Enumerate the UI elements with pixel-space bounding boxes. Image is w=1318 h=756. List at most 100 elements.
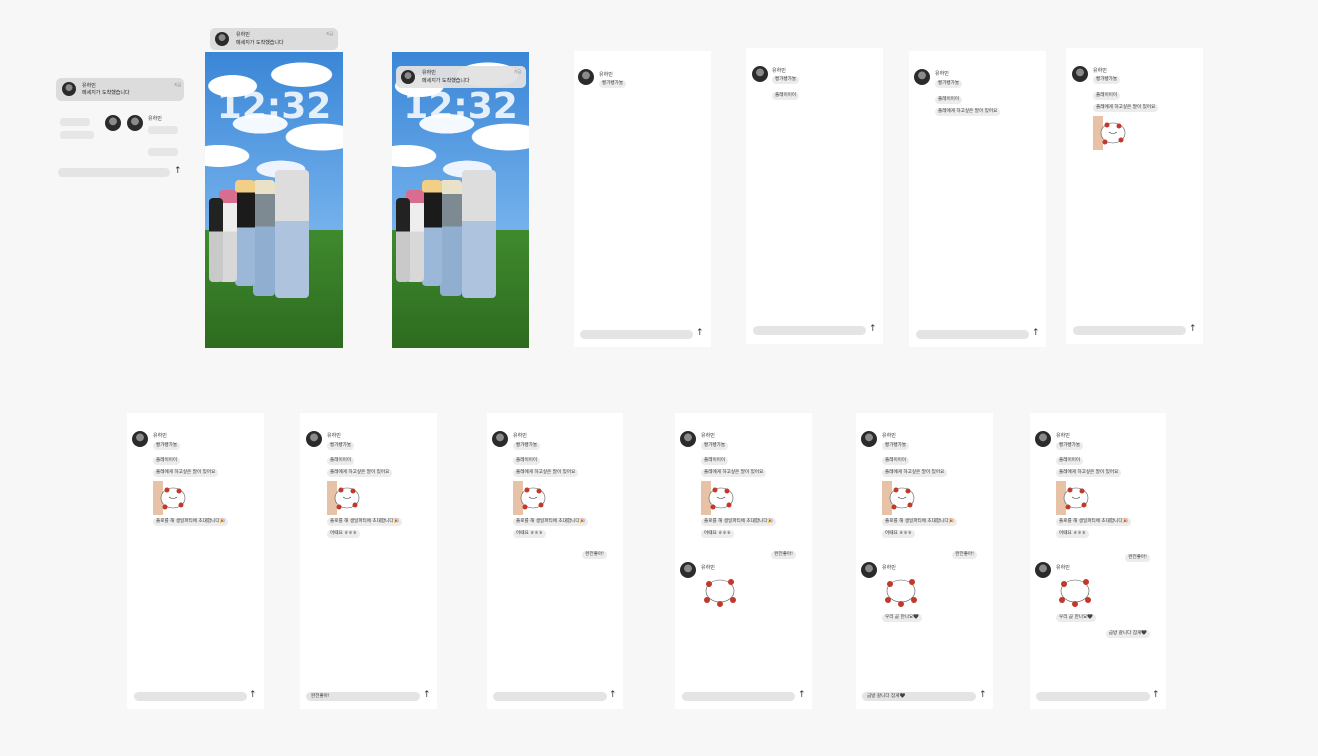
avatar bbox=[752, 66, 768, 82]
lockscreen-frame: 12:32 bbox=[205, 52, 343, 348]
sticker-image bbox=[513, 481, 546, 515]
sender-name: 유하민 bbox=[701, 565, 715, 571]
message-bubble: 플레이이이 bbox=[701, 457, 729, 465]
arrow-up-icon[interactable]: ↑ bbox=[798, 691, 806, 700]
notification-time: 지금 bbox=[174, 82, 182, 87]
sender-name: 유하민 bbox=[599, 72, 613, 78]
message-bubble: 플로를 해 생일파티에 초대합니다🎉 bbox=[513, 518, 589, 526]
person-figure bbox=[253, 180, 275, 296]
sender-name: 유하민 bbox=[1056, 565, 1070, 571]
sender-name: 유하민 bbox=[935, 71, 949, 77]
message-bubble: 플레에게 하고싶은 말이 있어요 bbox=[153, 469, 219, 477]
avatar bbox=[680, 562, 696, 578]
message-bubble: 플로를 해 생일파티에 초대합니다🎉 bbox=[153, 518, 229, 526]
avatar bbox=[62, 82, 76, 96]
sticker-image bbox=[885, 579, 917, 607]
person-figure bbox=[235, 180, 255, 286]
message-input[interactable] bbox=[58, 168, 170, 177]
sender-name: 유하민 bbox=[153, 433, 167, 439]
message-input[interactable] bbox=[493, 692, 607, 701]
avatar bbox=[680, 431, 696, 447]
message-bubble: 플레에게 하고싶은 말이 있어요 bbox=[1056, 469, 1122, 477]
message-bubble: 플레이이이 bbox=[882, 457, 910, 465]
message-bubble: 빵가빵가눌 bbox=[599, 80, 627, 88]
message-bubble: 플레이이이 bbox=[327, 457, 355, 465]
message-bubble: 플레이이이 bbox=[153, 457, 181, 465]
notification-banner[interactable]: 유하민 메세지가 도착했습니다 지금 bbox=[210, 28, 338, 50]
message-input[interactable] bbox=[580, 330, 693, 339]
avatar bbox=[861, 431, 877, 447]
message-bubble: 플레이이이 bbox=[513, 457, 541, 465]
avatar bbox=[132, 431, 148, 447]
avatar bbox=[492, 431, 508, 447]
placeholder-bubble bbox=[60, 118, 90, 126]
lockscreen-frame: 12:32 유하민 메세지가 도착했습니다 지금 bbox=[392, 52, 529, 348]
message-bubble: 빵가빵가눌 bbox=[153, 442, 181, 450]
chat-screen: 유하민 빵가빵가눌 플레이이이 ↑ bbox=[746, 48, 883, 344]
sender-name: 유하민 bbox=[772, 68, 786, 74]
message-input[interactable] bbox=[753, 326, 866, 335]
arrow-up-icon[interactable]: ↑ bbox=[609, 691, 617, 700]
notification-banner[interactable]: 유하민 메세지가 도착했습니다 지금 bbox=[56, 78, 184, 101]
avatar bbox=[914, 69, 930, 85]
chat-screen: 유하민 빵가빵가눌 플레이이이 플레에게 하고싶은 말이 있어요 플로를 해 생… bbox=[300, 413, 437, 709]
arrow-up-icon[interactable]: ↑ bbox=[696, 329, 704, 338]
chat-screen: 유하민 빵가빵가눌 플레이이이 플레에게 하고싶은 말이 있어요 플로를 해 생… bbox=[487, 413, 623, 709]
avatar bbox=[306, 431, 322, 447]
avatar bbox=[105, 115, 121, 131]
message-bubble: 플레에게 하고싶은 말이 있어요 bbox=[1093, 104, 1159, 112]
message-input[interactable] bbox=[134, 692, 247, 701]
message-input[interactable] bbox=[1036, 692, 1150, 701]
chat-screen: 유하민 빵가빵가눌 플레이이이 플레에게 하고싶은 말이 있어요 플로를 해 생… bbox=[675, 413, 812, 709]
sticker-image bbox=[153, 481, 186, 515]
sticker-image bbox=[882, 481, 915, 515]
message-bubble: 우리 곧 만나요🖤 bbox=[1056, 614, 1096, 622]
message-bubble: 플레에게 하고싶은 말이 있어요 bbox=[513, 469, 579, 477]
sent-bubble: 완전좋아! bbox=[582, 551, 607, 559]
arrow-up-icon[interactable]: ↑ bbox=[1152, 691, 1160, 700]
notification-sender: 유하민 bbox=[82, 83, 96, 89]
sticker-image bbox=[704, 579, 736, 607]
message-bubble: 빵가빵가눌 bbox=[772, 76, 800, 84]
sender-name: 유하민 bbox=[148, 116, 162, 122]
sender-name: 유하민 bbox=[882, 565, 896, 571]
arrow-up-icon[interactable]: ↑ bbox=[423, 691, 431, 700]
sender-name: 유하민 bbox=[701, 433, 715, 439]
message-bubble: 빵가빵가눌 bbox=[935, 80, 963, 88]
message-bubble: 빵가빵가눌 bbox=[513, 442, 541, 450]
message-bubble: 어때요 ㅎㅎㅎ bbox=[327, 530, 360, 538]
arrow-up-icon[interactable]: ↑ bbox=[174, 167, 182, 176]
message-bubble: 빵가빵가눌 bbox=[701, 442, 729, 450]
person-figure bbox=[396, 198, 410, 282]
message-input[interactable] bbox=[1073, 326, 1186, 335]
notification-sender: 유하민 bbox=[236, 32, 250, 38]
message-input[interactable]: 금방 갈니다 잠게🖤 bbox=[862, 692, 976, 701]
notification-sender: 유하민 bbox=[422, 70, 436, 76]
arrow-up-icon[interactable]: ↑ bbox=[249, 691, 257, 700]
sticker-image bbox=[701, 481, 734, 515]
avatar bbox=[1072, 66, 1088, 82]
message-input[interactable]: 완전좋아! bbox=[306, 692, 420, 701]
message-bubble: 어때요 ㅎㅎㅎ bbox=[513, 530, 546, 538]
chat-screen: 유하민 빵가빵가눌 플레이이이 플레에게 하고싶은 말이 있어요 플로를 해 생… bbox=[856, 413, 993, 709]
arrow-up-icon[interactable]: ↑ bbox=[1189, 325, 1197, 334]
notification-text: 메세지가 도착했습니다 bbox=[82, 90, 130, 96]
arrow-up-icon[interactable]: ↑ bbox=[869, 325, 877, 334]
avatar bbox=[401, 70, 415, 84]
message-bubble: 우리 곧 만나요🖤 bbox=[882, 614, 922, 622]
arrow-up-icon[interactable]: ↑ bbox=[1032, 329, 1040, 338]
message-bubble: 플레이이이 bbox=[772, 92, 800, 100]
message-input[interactable] bbox=[916, 330, 1029, 339]
message-bubble: 플로를 해 생일파티에 초대합니다🎉 bbox=[701, 518, 777, 526]
lockscreen-clock: 12:32 bbox=[403, 86, 518, 127]
message-bubble: 플레이이이 bbox=[1093, 92, 1121, 100]
message-bubble: 플레이이이 bbox=[1056, 457, 1084, 465]
notification-banner[interactable]: 유하민 메세지가 도착했습니다 지금 bbox=[396, 66, 526, 88]
arrow-up-icon[interactable]: ↑ bbox=[979, 691, 987, 700]
sender-name: 유하민 bbox=[327, 433, 341, 439]
avatar bbox=[127, 115, 143, 131]
message-input[interactable] bbox=[682, 692, 795, 701]
message-bubble: 빵가빵가눌 bbox=[327, 442, 355, 450]
person-figure bbox=[209, 198, 223, 282]
sender-name: 유하민 bbox=[1056, 433, 1070, 439]
